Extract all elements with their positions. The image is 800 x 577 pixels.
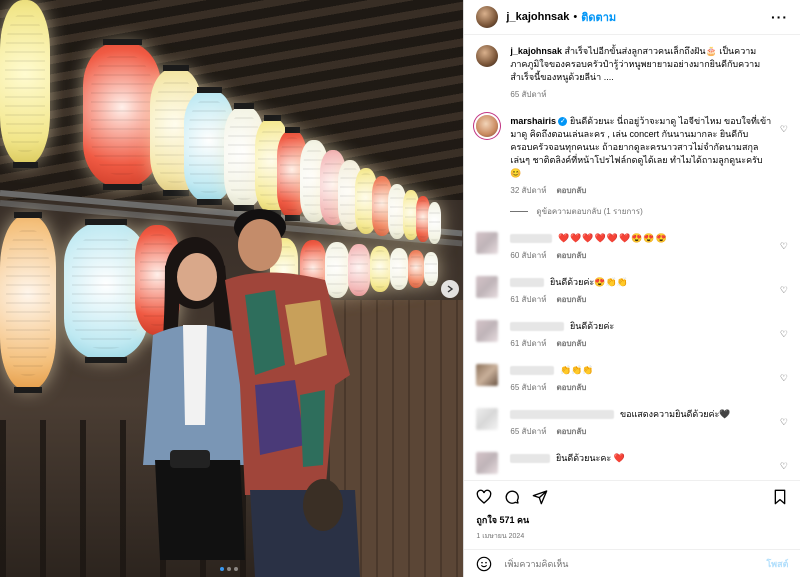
post-caption: j_kajohnsak สำเร็จไปอีกขั้นส่งลูกสาวคนเล…	[476, 45, 788, 101]
commenter-avatar[interactable]	[476, 115, 499, 137]
post-comment-button[interactable]: โพสต์	[766, 557, 788, 571]
commenter-avatar[interactable]	[476, 320, 499, 342]
replies-divider	[510, 211, 529, 212]
follow-button[interactable]: ติดตาม	[581, 8, 616, 26]
comment-text: ยินดีด้วยค่ะ😍👏👏	[549, 277, 628, 287]
carousel-dot	[220, 567, 224, 571]
reply-button[interactable]: ตอบกลับ	[556, 293, 586, 306]
lantern	[424, 252, 438, 286]
reply-button[interactable]: ตอบกลับ	[556, 337, 586, 350]
comment-time[interactable]: 65 สัปดาห์	[510, 381, 546, 394]
view-replies-label: ดูข้อความตอบกลับ (1 รายการ)	[536, 207, 643, 216]
header-separator: •	[573, 11, 578, 23]
next-photo-button[interactable]	[441, 280, 459, 298]
bookmark-icon[interactable]	[772, 489, 788, 505]
comment-item: ยินดีด้วยนะคะ ❤️ ♡	[476, 452, 788, 474]
caption-time[interactable]: 65 สัปดาห์	[510, 88, 546, 101]
add-comment-input[interactable]	[502, 557, 767, 570]
lantern	[370, 246, 390, 292]
comment-time[interactable]: 60 สัปดาห์	[510, 249, 546, 262]
lantern	[0, 0, 50, 168]
comment-time[interactable]: 61 สัปดาห์	[510, 337, 546, 350]
commenter-avatar[interactable]	[476, 364, 499, 386]
post-details-pane: j_kajohnsak • ติดตาม ··· j_kajohnsak สำเ…	[463, 0, 800, 577]
comment-text: ขอแสดงความยินดีด้วยค่ะ🖤	[619, 409, 731, 419]
carousel-dot	[234, 567, 238, 571]
comment-like-heart-icon[interactable]: ♡	[780, 240, 788, 253]
comment-icon[interactable]	[504, 489, 520, 505]
comment-like-heart-icon[interactable]: ♡	[780, 123, 788, 136]
carousel-dots	[220, 567, 238, 571]
photo-person-man	[225, 209, 360, 577]
more-options-button[interactable]: ···	[771, 9, 788, 25]
comment-text: 👏👏👏	[559, 365, 594, 375]
comment-item: 👏👏👏 65 สัปดาห์ ตอบกลับ ♡	[476, 364, 788, 394]
emoji-icon[interactable]	[476, 556, 492, 572]
lantern	[428, 202, 441, 244]
commenter-username[interactable]	[510, 278, 545, 288]
comment-item: ❤️❤️❤️❤️❤️❤️😍😍😍 60 สัปดาห์ ตอบกลับ ♡	[476, 232, 788, 262]
comment-text: ยินดีด้วยค่ะ	[569, 321, 615, 331]
author-avatar[interactable]	[476, 45, 499, 67]
commenter-avatar[interactable]	[476, 408, 499, 430]
likes-count[interactable]: ถูกใจ 571 คน	[476, 513, 788, 527]
comment-time[interactable]: 61 สัปดาห์	[510, 293, 546, 306]
comment-like-heart-icon[interactable]: ♡	[780, 372, 788, 385]
comment-like-heart-icon[interactable]: ♡	[780, 284, 788, 297]
comment-item: ขอแสดงความยินดีด้วยค่ะ🖤 65 สัปดาห์ ตอบกลั…	[476, 408, 788, 438]
verified-badge-icon: ✓	[558, 117, 568, 127]
lantern	[408, 250, 424, 288]
author-username[interactable]: j_kajohnsak	[506, 11, 569, 23]
post-header: j_kajohnsak • ติดตาม ···	[464, 0, 800, 35]
comment-text: ยินดีด้วยนะคะ ❤️	[555, 453, 625, 463]
post-date[interactable]: 1 เมษายน 2024	[476, 531, 788, 542]
comment-like-heart-icon[interactable]: ♡	[780, 416, 788, 429]
commenter-username[interactable]	[510, 322, 565, 332]
commenter-username[interactable]	[510, 366, 555, 376]
carousel-dot	[227, 567, 231, 571]
comment-item: ยินดีด้วยค่ะ😍👏👏 61 สัปดาห์ ตอบกลับ ♡	[476, 276, 788, 306]
view-replies-button[interactable]: ดูข้อความตอบกลับ (1 รายการ)	[510, 205, 788, 218]
commenter-avatar[interactable]	[476, 232, 499, 254]
comment-like-heart-icon[interactable]: ♡	[780, 460, 788, 473]
caption-username[interactable]: j_kajohnsak	[510, 46, 562, 56]
comment-text: ❤️❤️❤️❤️❤️❤️😍😍😍	[557, 233, 668, 243]
commenter-avatar[interactable]	[476, 276, 499, 298]
add-comment-bar: โพสต์	[464, 549, 800, 577]
comment-like-heart-icon[interactable]: ♡	[780, 328, 788, 341]
post-view: j_kajohnsak • ติดตาม ··· j_kajohnsak สำเ…	[0, 0, 800, 577]
lantern	[0, 212, 56, 393]
commenter-username[interactable]	[510, 454, 551, 464]
author-avatar[interactable]	[476, 6, 499, 28]
post-photo[interactable]	[0, 0, 464, 577]
commenter-avatar[interactable]	[476, 452, 499, 474]
send-icon[interactable]	[532, 489, 548, 505]
commenter-username[interactable]	[510, 410, 615, 420]
commenter-username[interactable]	[510, 234, 553, 244]
reply-button[interactable]: ตอบกลับ	[556, 381, 586, 394]
comment-time[interactable]: 32 สัปดาห์	[510, 184, 546, 197]
lantern	[390, 248, 408, 290]
commenter-username[interactable]: marshairis	[510, 116, 556, 126]
comment-time[interactable]: 65 สัปดาห์	[510, 425, 546, 438]
comments-list[interactable]: j_kajohnsak สำเร็จไปอีกขั้นส่งลูกสาวคนเล…	[464, 35, 800, 480]
chevron-right-icon	[447, 285, 454, 293]
reply-button[interactable]: ตอบกลับ	[556, 249, 586, 262]
reply-button[interactable]: ตอบกลับ	[556, 184, 586, 197]
comment-item: ยินดีด้วยค่ะ 61 สัปดาห์ ตอบกลับ ♡	[476, 320, 788, 350]
comment-item: marshairis ✓ ยินดีด้วยนะ นี่ถอยู่ว้าจะมา…	[476, 115, 788, 197]
heart-icon[interactable]	[476, 489, 492, 505]
reply-button[interactable]: ตอบกลับ	[556, 425, 586, 438]
action-icons	[476, 489, 788, 505]
